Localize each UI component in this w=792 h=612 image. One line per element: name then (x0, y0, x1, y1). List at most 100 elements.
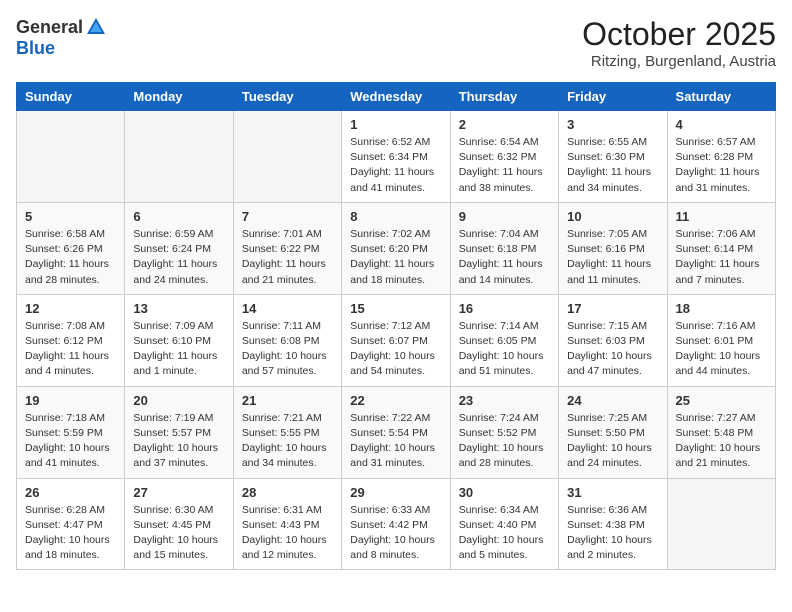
day-info: Sunrise: 7:06 AM Sunset: 6:14 PM Dayligh… (676, 227, 767, 288)
calendar-cell: 20 Sunrise: 7:19 AM Sunset: 5:57 PM Dayli… (125, 386, 233, 478)
day-number: 28 (242, 485, 333, 500)
day-info: Sunrise: 7:25 AM Sunset: 5:50 PM Dayligh… (567, 411, 658, 472)
calendar-cell: 7 Sunrise: 7:01 AM Sunset: 6:22 PM Daylig… (233, 202, 341, 294)
day-number: 18 (676, 301, 767, 316)
calendar-cell: 8 Sunrise: 7:02 AM Sunset: 6:20 PM Daylig… (342, 202, 450, 294)
calendar-cell: 18 Sunrise: 7:16 AM Sunset: 6:01 PM Dayli… (667, 294, 775, 386)
title-area: October 2025 Ritzing, Burgenland, Austri… (582, 16, 776, 70)
calendar-cell: 24 Sunrise: 7:25 AM Sunset: 5:50 PM Dayli… (559, 386, 667, 478)
day-number: 14 (242, 301, 333, 316)
day-number: 26 (25, 485, 116, 500)
day-number: 10 (567, 209, 658, 224)
day-info: Sunrise: 7:18 AM Sunset: 5:59 PM Dayligh… (25, 411, 116, 472)
day-info: Sunrise: 6:54 AM Sunset: 6:32 PM Dayligh… (459, 135, 550, 196)
calendar-cell: 5 Sunrise: 6:58 AM Sunset: 6:26 PM Daylig… (17, 202, 125, 294)
day-number: 5 (25, 209, 116, 224)
calendar-header-saturday: Saturday (667, 83, 775, 111)
day-number: 23 (459, 393, 550, 408)
calendar-cell: 17 Sunrise: 7:15 AM Sunset: 6:03 PM Dayli… (559, 294, 667, 386)
day-info: Sunrise: 7:14 AM Sunset: 6:05 PM Dayligh… (459, 319, 550, 380)
day-number: 24 (567, 393, 658, 408)
logo: General Blue (16, 16, 107, 59)
day-info: Sunrise: 7:05 AM Sunset: 6:16 PM Dayligh… (567, 227, 658, 288)
day-info: Sunrise: 6:59 AM Sunset: 6:24 PM Dayligh… (133, 227, 224, 288)
calendar-header-friday: Friday (559, 83, 667, 111)
day-number: 7 (242, 209, 333, 224)
day-number: 31 (567, 485, 658, 500)
calendar-cell (125, 111, 233, 203)
day-number: 4 (676, 117, 767, 132)
day-info: Sunrise: 7:02 AM Sunset: 6:20 PM Dayligh… (350, 227, 441, 288)
day-number: 6 (133, 209, 224, 224)
day-number: 21 (242, 393, 333, 408)
day-number: 15 (350, 301, 441, 316)
calendar-cell: 30 Sunrise: 6:34 AM Sunset: 4:40 PM Dayli… (450, 478, 558, 570)
day-info: Sunrise: 6:57 AM Sunset: 6:28 PM Dayligh… (676, 135, 767, 196)
day-info: Sunrise: 6:31 AM Sunset: 4:43 PM Dayligh… (242, 503, 333, 564)
calendar-cell: 15Sunrise: 7:12 AM Sunset: 6:07 PM Dayli… (342, 294, 450, 386)
calendar-cell: 21 Sunrise: 7:21 AM Sunset: 5:55 PM Dayli… (233, 386, 341, 478)
calendar-week-row: 1Sunrise: 6:52 AM Sunset: 6:34 PM Daylig… (17, 111, 776, 203)
day-number: 20 (133, 393, 224, 408)
calendar-cell: 11 Sunrise: 7:06 AM Sunset: 6:14 PM Dayli… (667, 202, 775, 294)
calendar-week-row: 26Sunrise: 6:28 AM Sunset: 4:47 PM Dayli… (17, 478, 776, 570)
day-number: 27 (133, 485, 224, 500)
day-info: Sunrise: 7:01 AM Sunset: 6:22 PM Dayligh… (242, 227, 333, 288)
calendar-cell: 22 Sunrise: 7:22 AM Sunset: 5:54 PM Dayli… (342, 386, 450, 478)
calendar-header-monday: Monday (125, 83, 233, 111)
day-number: 30 (459, 485, 550, 500)
calendar-cell: 28 Sunrise: 6:31 AM Sunset: 4:43 PM Dayli… (233, 478, 341, 570)
calendar-header-tuesday: Tuesday (233, 83, 341, 111)
calendar-cell: 12 Sunrise: 7:08 AM Sunset: 6:12 PM Dayli… (17, 294, 125, 386)
calendar-cell (667, 478, 775, 570)
calendar-cell (233, 111, 341, 203)
logo-blue-text: Blue (16, 38, 55, 59)
day-info: Sunrise: 7:22 AM Sunset: 5:54 PM Dayligh… (350, 411, 441, 472)
day-info: Sunrise: 7:09 AM Sunset: 6:10 PM Dayligh… (133, 319, 224, 380)
day-number: 22 (350, 393, 441, 408)
calendar-cell: 16 Sunrise: 7:14 AM Sunset: 6:05 PM Dayli… (450, 294, 558, 386)
calendar-header-thursday: Thursday (450, 83, 558, 111)
day-number: 12 (25, 301, 116, 316)
calendar-cell: 3Sunrise: 6:55 AM Sunset: 6:30 PM Daylig… (559, 111, 667, 203)
day-number: 3 (567, 117, 658, 132)
calendar-cell: 26Sunrise: 6:28 AM Sunset: 4:47 PM Dayli… (17, 478, 125, 570)
day-info: Sunrise: 7:08 AM Sunset: 6:12 PM Dayligh… (25, 319, 116, 380)
calendar-cell: 27Sunrise: 6:30 AM Sunset: 4:45 PM Dayli… (125, 478, 233, 570)
location-subtitle: Ritzing, Burgenland, Austria (582, 53, 776, 70)
calendar-header-sunday: Sunday (17, 83, 125, 111)
day-info: Sunrise: 6:58 AM Sunset: 6:26 PM Dayligh… (25, 227, 116, 288)
day-info: Sunrise: 7:16 AM Sunset: 6:01 PM Dayligh… (676, 319, 767, 380)
day-number: 1 (350, 117, 441, 132)
calendar-week-row: 5 Sunrise: 6:58 AM Sunset: 6:26 PM Daylig… (17, 202, 776, 294)
calendar-cell: 23Sunrise: 7:24 AM Sunset: 5:52 PM Dayli… (450, 386, 558, 478)
day-info: Sunrise: 7:21 AM Sunset: 5:55 PM Dayligh… (242, 411, 333, 472)
calendar-cell: 29 Sunrise: 6:33 AM Sunset: 4:42 PM Dayli… (342, 478, 450, 570)
day-number: 17 (567, 301, 658, 316)
calendar-cell: 13 Sunrise: 7:09 AM Sunset: 6:10 PM Dayli… (125, 294, 233, 386)
day-info: Sunrise: 6:33 AM Sunset: 4:42 PM Dayligh… (350, 503, 441, 564)
calendar-cell: 14Sunrise: 7:11 AM Sunset: 6:08 PM Dayli… (233, 294, 341, 386)
calendar-cell: 6 Sunrise: 6:59 AM Sunset: 6:24 PM Daylig… (125, 202, 233, 294)
day-number: 13 (133, 301, 224, 316)
day-number: 25 (676, 393, 767, 408)
calendar-cell: 31Sunrise: 6:36 AM Sunset: 4:38 PM Dayli… (559, 478, 667, 570)
day-number: 11 (676, 209, 767, 224)
calendar-table: SundayMondayTuesdayWednesdayThursdayFrid… (16, 82, 776, 570)
day-number: 2 (459, 117, 550, 132)
calendar-cell: 19Sunrise: 7:18 AM Sunset: 5:59 PM Dayli… (17, 386, 125, 478)
day-info: Sunrise: 7:19 AM Sunset: 5:57 PM Dayligh… (133, 411, 224, 472)
day-number: 29 (350, 485, 441, 500)
day-info: Sunrise: 7:15 AM Sunset: 6:03 PM Dayligh… (567, 319, 658, 380)
day-number: 9 (459, 209, 550, 224)
calendar-cell: 10 Sunrise: 7:05 AM Sunset: 6:16 PM Dayli… (559, 202, 667, 294)
page-header: General Blue October 2025 Ritzing, Burge… (16, 16, 776, 70)
day-number: 8 (350, 209, 441, 224)
logo-general-text: General (16, 17, 83, 38)
calendar-cell (17, 111, 125, 203)
day-number: 16 (459, 301, 550, 316)
day-info: Sunrise: 6:34 AM Sunset: 4:40 PM Dayligh… (459, 503, 550, 564)
calendar-cell: 9Sunrise: 7:04 AM Sunset: 6:18 PM Daylig… (450, 202, 558, 294)
day-info: Sunrise: 7:27 AM Sunset: 5:48 PM Dayligh… (676, 411, 767, 472)
calendar-cell: 2 Sunrise: 6:54 AM Sunset: 6:32 PM Daylig… (450, 111, 558, 203)
